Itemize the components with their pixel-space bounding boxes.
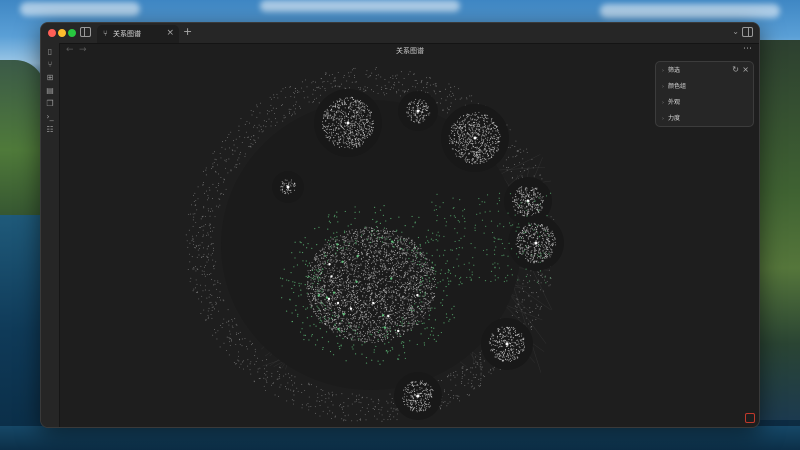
graph-canvas[interactable] [41,23,759,427]
close-icon[interactable]: × [742,64,749,76]
chevron-right-icon: › [662,84,664,90]
reset-icon[interactable]: ↻ [732,64,739,76]
cloud [600,4,780,18]
section-filters[interactable]: › 筛选 [662,65,680,77]
section-label: 颜色组 [668,83,687,90]
chevron-right-icon: › [662,100,664,106]
desktop-sea [0,426,800,450]
section-display[interactable]: › 外观 [662,97,680,109]
desktop-hill [0,60,45,240]
app-window: ⑂ 关系图谱 × + ⌄ ▯ ⑂ ⊞ ▤ ❐ ›_ ☷ ← → 关系图谱 ⋯ ↻… [40,22,760,428]
section-label: 筛选 [668,67,681,74]
cloud [20,2,140,16]
section-forces[interactable]: › 力度 [662,113,680,125]
graph-corner-icon[interactable] [745,413,755,423]
chevron-right-icon: › [662,68,664,74]
section-groups[interactable]: › 颜色组 [662,81,686,93]
desktop-sea [0,215,45,450]
section-label: 力度 [668,115,681,122]
cloud [260,0,460,12]
section-label: 外观 [668,99,681,106]
desktop-hill [758,40,800,420]
graph-settings-panel: ↻ × › 筛选 › 颜色组 › 外观 › 力度 [655,61,754,127]
chevron-right-icon: › [662,116,664,122]
